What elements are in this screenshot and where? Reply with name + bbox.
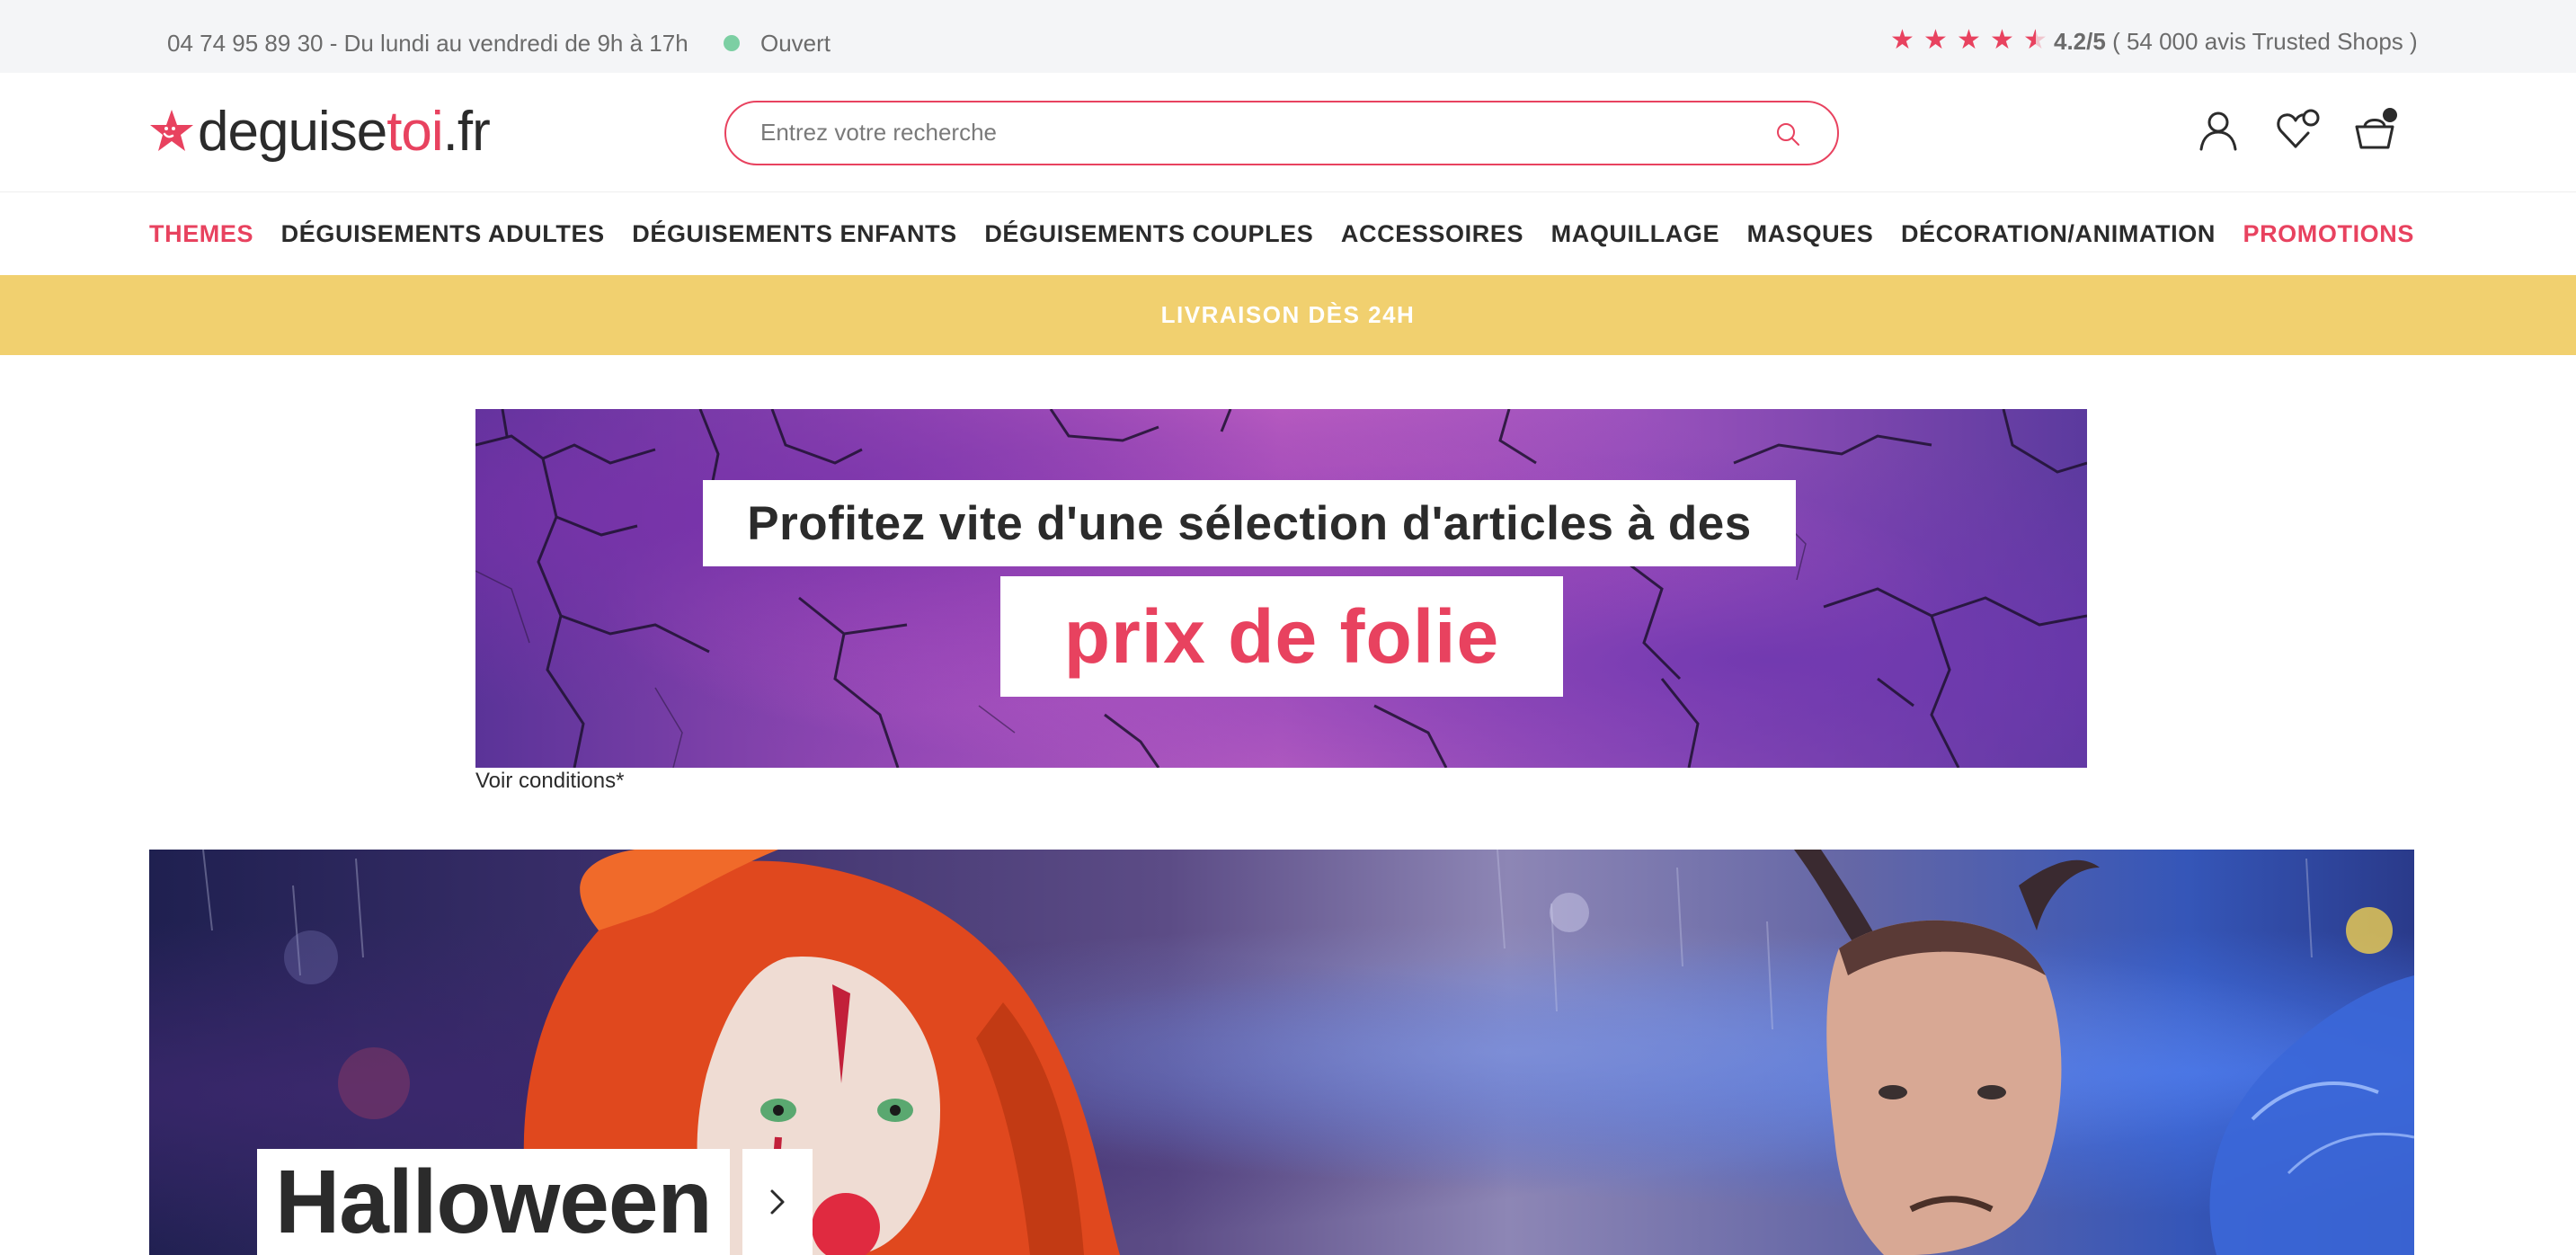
delivery-banner: LIVRAISON DÈS 24H xyxy=(0,275,2576,355)
promo-headline-box: Profitez vite d'une sélection d'articles… xyxy=(703,480,1796,566)
basket-icon[interactable] xyxy=(2351,107,2398,154)
search-bar xyxy=(724,101,1839,165)
hero-title: Halloween xyxy=(275,1152,713,1252)
chevron-right-icon xyxy=(770,1189,785,1215)
logo-text: deguisetoi.fr xyxy=(198,100,491,164)
logo-star-icon xyxy=(150,110,193,151)
delivery-banner-text: LIVRAISON DÈS 24H xyxy=(1160,301,1416,328)
nav-item-masques[interactable]: MASQUES xyxy=(1747,220,1874,248)
promo-highlight-box: prix de folie xyxy=(1000,576,1563,697)
nav-item-deguisements-couples[interactable]: DÉGUISEMENTS COUPLES xyxy=(984,220,1313,248)
search-icon[interactable] xyxy=(1774,120,1801,147)
open-status-dot xyxy=(724,35,740,51)
rating-value: 4.2/5 xyxy=(2054,28,2106,55)
nav-item-promotions[interactable]: PROMOTIONS xyxy=(2243,220,2414,248)
nav-item-accessoires[interactable]: ACCESSOIRES xyxy=(1341,220,1523,248)
site-logo[interactable]: deguisetoi.fr xyxy=(147,91,491,172)
hero-next-button[interactable] xyxy=(742,1149,813,1255)
logo-accent-text: toi xyxy=(386,100,443,163)
trusted-shops-rating[interactable]: 4.2/5 ( 54 000 avis Trusted Shops ) xyxy=(2054,28,2418,56)
heart-icon[interactable] xyxy=(2274,107,2321,154)
nav-item-deguisements-adultes[interactable]: DÉGUISEMENTS ADULTES xyxy=(281,220,605,248)
nav-item-decoration-animation[interactable]: DÉCORATION/ANIMATION xyxy=(1901,220,2216,248)
rating-stars: ★ ★ ★ ★ ★ xyxy=(1888,25,2050,56)
star-icon: ★ xyxy=(1990,25,2014,55)
nav-item-deguisements-enfants[interactable]: DÉGUISEMENTS ENFANTS xyxy=(632,220,957,248)
star-icon: ★ xyxy=(1957,25,1981,55)
star-icon: ★ xyxy=(1923,25,1948,55)
halloween-hero-banner[interactable]: Halloween xyxy=(149,850,2414,1255)
open-status: Ouvert xyxy=(760,30,831,57)
logo-suffix-text: .fr xyxy=(442,100,491,163)
main-navigation: THEMES DÉGUISEMENTS ADULTES DÉGUISEMENTS… xyxy=(0,192,2576,275)
star-icon: ★ xyxy=(1890,25,1914,55)
conditions-link[interactable]: Voir conditions* xyxy=(475,769,624,794)
promo-highlight: prix de folie xyxy=(1063,593,1500,679)
half-star-icon: ★ xyxy=(2021,25,2050,56)
search-input[interactable] xyxy=(760,102,1731,163)
phone-hours: 04 74 95 89 30 - Du lundi au vendredi de… xyxy=(167,30,688,57)
nav-item-themes[interactable]: THEMES xyxy=(149,220,253,248)
promo-headline: Profitez vite d'une sélection d'articles… xyxy=(747,496,1752,550)
top-info-bar: 04 74 95 89 30 - Du lundi au vendredi de… xyxy=(0,0,2576,73)
rating-text: ( 54 000 avis Trusted Shops ) xyxy=(2112,28,2418,55)
nav-item-maquillage[interactable]: MAQUILLAGE xyxy=(1551,220,1720,248)
promo-banner[interactable]: Profitez vite d'une sélection d'articles… xyxy=(475,409,2087,768)
logo-main-text: deguise xyxy=(198,100,387,163)
user-icon[interactable] xyxy=(2195,107,2242,154)
site-header: deguisetoi.fr xyxy=(0,73,2576,192)
hero-title-box: Halloween xyxy=(257,1149,730,1255)
